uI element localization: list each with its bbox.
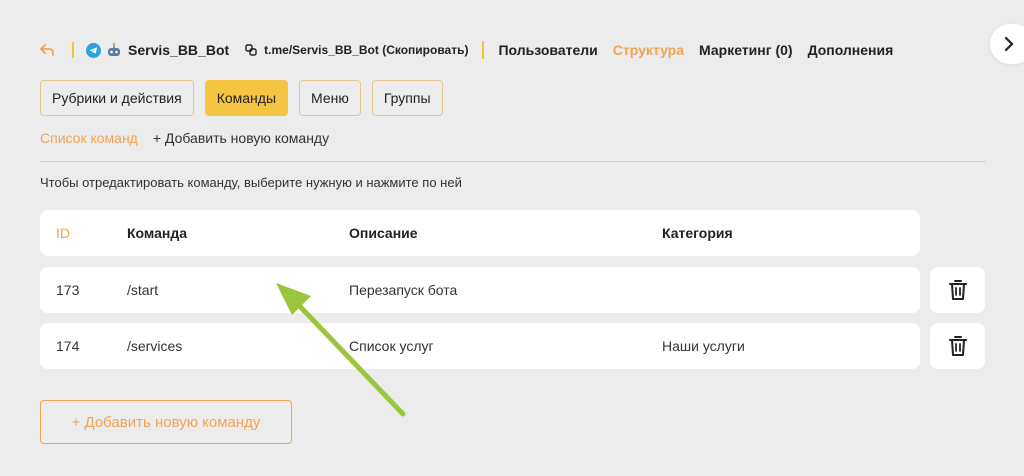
tab-groups[interactable]: Группы: [371, 80, 443, 116]
add-command-link[interactable]: + Добавить новую команду: [153, 130, 329, 146]
nav-extensions[interactable]: Дополнения: [808, 42, 894, 58]
bot-link-copy[interactable]: t.me/Servis_BB_Bot (Скопировать): [264, 43, 468, 57]
nav-marketing[interactable]: Маркетинг (0): [699, 42, 793, 58]
column-id: ID: [56, 225, 70, 241]
bot-avatar-icon: [108, 42, 120, 56]
separator: [482, 41, 485, 59]
trash-icon: [948, 280, 967, 300]
table-row[interactable]: 173 /start Перезапуск бота: [40, 267, 920, 313]
add-command-button[interactable]: + Добавить новую команду: [40, 400, 292, 444]
trash-icon: [948, 336, 967, 356]
chevron-right-icon: [1004, 37, 1014, 51]
cell-category: Наши услуги: [662, 338, 745, 354]
column-category: Категория: [662, 225, 733, 241]
delete-command-button[interactable]: [930, 323, 985, 369]
nav-users[interactable]: Пользователи: [498, 42, 597, 58]
cell-description: Перезапуск бота: [349, 282, 458, 298]
delete-command-button[interactable]: [930, 267, 985, 313]
copy-link-icon[interactable]: [245, 44, 257, 56]
cell-id: 174: [56, 338, 80, 354]
cell-command: /services: [127, 338, 183, 354]
divider: [40, 161, 986, 162]
table-row[interactable]: 174 /services Список услуг Наши услуги: [40, 323, 920, 369]
column-description: Описание: [349, 225, 418, 241]
command-actions: Список команд + Добавить новую команду: [40, 130, 329, 146]
cell-id: 173: [56, 282, 80, 298]
top-navigation: Servis_BB_Bot t.me/Servis_BB_Bot (Скопир…: [40, 38, 970, 62]
structure-subtabs: Рубрики и действия Команды Меню Группы: [40, 80, 454, 116]
table-header: ID Команда Описание Категория: [40, 210, 920, 256]
back-arrow-icon[interactable]: [40, 44, 58, 56]
cell-command: /start: [127, 282, 159, 298]
column-command: Команда: [127, 225, 187, 241]
edit-hint: Чтобы отредактировать команду, выберите …: [40, 175, 462, 190]
separator: [72, 42, 74, 58]
telegram-icon: [86, 42, 101, 58]
sidebar-toggle-button[interactable]: [990, 24, 1024, 64]
cell-description: Список услуг: [349, 338, 434, 354]
tab-commands[interactable]: Команды: [204, 80, 289, 116]
commands-list-link[interactable]: Список команд: [40, 130, 138, 146]
tab-rubrics-actions[interactable]: Рубрики и действия: [40, 80, 194, 116]
bot-name: Servis_BB_Bot: [128, 42, 230, 58]
tab-menu[interactable]: Меню: [299, 80, 361, 116]
nav-structure[interactable]: Структура: [613, 42, 684, 58]
